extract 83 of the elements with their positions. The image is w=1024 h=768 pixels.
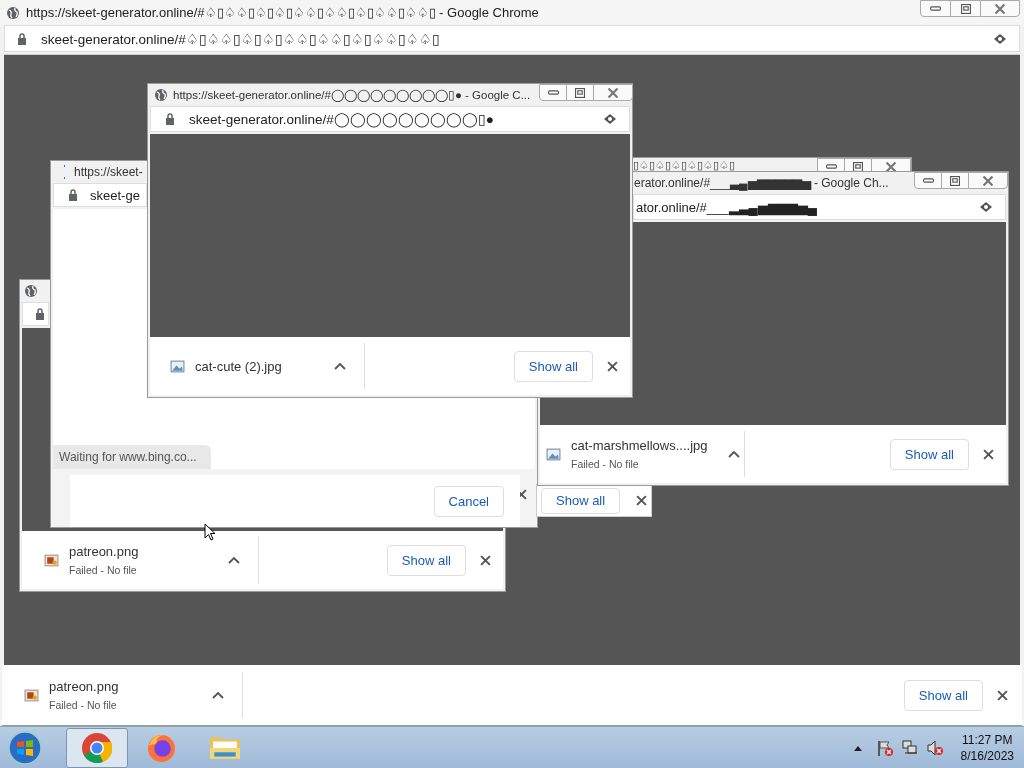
folder-icon bbox=[210, 736, 240, 759]
minimize-button[interactable] bbox=[914, 172, 942, 189]
close-icon[interactable] bbox=[636, 495, 648, 506]
minimize-button[interactable] bbox=[539, 84, 568, 101]
flag-icon[interactable] bbox=[875, 738, 894, 757]
download-status: Failed - No file bbox=[571, 458, 640, 470]
maximize-icon bbox=[960, 3, 971, 14]
maximize-button[interactable] bbox=[566, 84, 595, 101]
close-icon[interactable] bbox=[480, 554, 491, 566]
lock-icon bbox=[35, 308, 45, 320]
url-text: ator.online/#___▂▃▄▅▆▆▆▅▄ bbox=[636, 199, 817, 215]
image-file-icon bbox=[24, 687, 39, 703]
minimize-icon bbox=[930, 6, 941, 11]
address-bar[interactable]: skeet-generator.online/#♤▯♤♤▯♤▯♤▯♤♤▯♤♤▯♤▯♤♤▯♤♤▯ bbox=[4, 25, 1020, 52]
download-status: Failed - No file bbox=[69, 564, 138, 576]
show-all-button[interactable]: Show all bbox=[386, 544, 466, 576]
tray-arrow-icon[interactable] bbox=[853, 744, 862, 751]
close-button[interactable] bbox=[980, 0, 1020, 17]
url-text: skeet-generator.online/#♤▯♤♤▯♤▯♤▯♤♤▯♤♤▯♤▯♤♤▯♤♤▯ bbox=[41, 30, 440, 47]
cancel-button[interactable]: Cancel bbox=[433, 485, 504, 517]
download-status: Failed - No file bbox=[49, 699, 118, 711]
maximize-icon bbox=[853, 161, 863, 172]
show-all-button[interactable]: Show all bbox=[903, 679, 983, 711]
caret-icon[interactable] bbox=[212, 691, 224, 699]
eye-icon[interactable] bbox=[993, 33, 1007, 44]
close-icon bbox=[995, 3, 1005, 14]
address-bar[interactable]: skeet-generator.online/#◯◯◯◯◯◯◯◯◯▯● bbox=[150, 106, 630, 132]
show-all-button[interactable]: Show all bbox=[541, 487, 621, 514]
minimize-icon bbox=[922, 178, 934, 183]
show-all-button[interactable]: Show all bbox=[889, 438, 969, 470]
network-icon[interactable] bbox=[900, 738, 919, 757]
minimize-icon bbox=[825, 164, 837, 169]
file-name[interactable]: cat-marshmellows....jpg bbox=[571, 438, 708, 453]
caret-icon[interactable] bbox=[228, 556, 240, 564]
file-name[interactable]: patreon.png bbox=[49, 679, 119, 694]
file-name[interactable]: patreon.png bbox=[69, 544, 139, 559]
caret-icon[interactable] bbox=[334, 362, 346, 370]
lock-icon bbox=[165, 113, 175, 125]
close-button[interactable] bbox=[968, 172, 1008, 189]
globe-icon bbox=[24, 284, 38, 298]
close-icon bbox=[608, 87, 619, 98]
maximize-button[interactable] bbox=[941, 172, 969, 189]
show-all-button[interactable]: Show all bbox=[513, 350, 593, 382]
round-logo-icon bbox=[147, 733, 175, 762]
eye-icon[interactable] bbox=[603, 114, 617, 124]
browser-logo-icon bbox=[82, 732, 112, 763]
lock-icon bbox=[17, 32, 27, 45]
clock-date[interactable]: 8/16/2023 bbox=[960, 748, 1014, 763]
image-file-icon bbox=[546, 446, 561, 462]
address-bar[interactable]: ator.online/#___▂▃▄▅▆▆▆▅▄ bbox=[633, 194, 1006, 220]
close-icon bbox=[983, 175, 993, 186]
minimize-button[interactable] bbox=[920, 0, 951, 17]
maximize-button[interactable] bbox=[950, 0, 981, 17]
url-text: skeet-ge bbox=[90, 187, 140, 203]
status-bubble: Waiting for www.bing.co... bbox=[53, 445, 211, 469]
close-icon bbox=[886, 161, 896, 172]
maximize-icon bbox=[950, 175, 960, 186]
volume-icon[interactable] bbox=[925, 738, 944, 757]
image-file-icon bbox=[44, 552, 59, 568]
address-bar[interactable] bbox=[22, 302, 49, 326]
eye-icon[interactable] bbox=[979, 202, 993, 212]
close-icon[interactable] bbox=[983, 448, 994, 460]
close-icon[interactable] bbox=[607, 360, 618, 372]
start-button[interactable] bbox=[7, 729, 43, 766]
file-name[interactable]: cat-cute (2).jpg bbox=[195, 358, 282, 374]
close-button[interactable] bbox=[593, 84, 634, 101]
minimize-icon bbox=[547, 90, 559, 95]
globe-icon bbox=[154, 88, 168, 102]
taskbar-button[interactable] bbox=[66, 727, 128, 768]
lock-icon bbox=[68, 189, 78, 201]
address-bar[interactable]: skeet-ge bbox=[53, 183, 147, 207]
window-title: https://skeet- bbox=[74, 165, 143, 179]
window-title: https://skeet-generator.online/#◯◯◯◯◯◯◯◯◯▯● - Google C... bbox=[173, 88, 531, 102]
caret-icon[interactable] bbox=[727, 450, 740, 458]
maximize-icon bbox=[575, 87, 586, 98]
globe-icon bbox=[6, 5, 20, 20]
window-title: erator.online/#___▃▄▅▆▆▆▆▆▅ - Google Ch... bbox=[634, 176, 889, 190]
window-title: ▯♤▯♤▯♤▯♤▯♤▯♤▯ bbox=[633, 159, 735, 172]
clock-time[interactable]: 11:27 PM bbox=[962, 732, 1013, 747]
window-title: https://skeet-generator.online/#♤▯♤♤▯♤▯♤▯♤♤▯♤♤▯♤▯♤♤▯♤♤▯ - Google Chrome bbox=[26, 5, 539, 20]
image-file-icon bbox=[170, 358, 185, 374]
close-icon[interactable] bbox=[997, 689, 1008, 701]
url-text: skeet-generator.online/#◯◯◯◯◯◯◯◯◯▯● bbox=[189, 111, 494, 127]
